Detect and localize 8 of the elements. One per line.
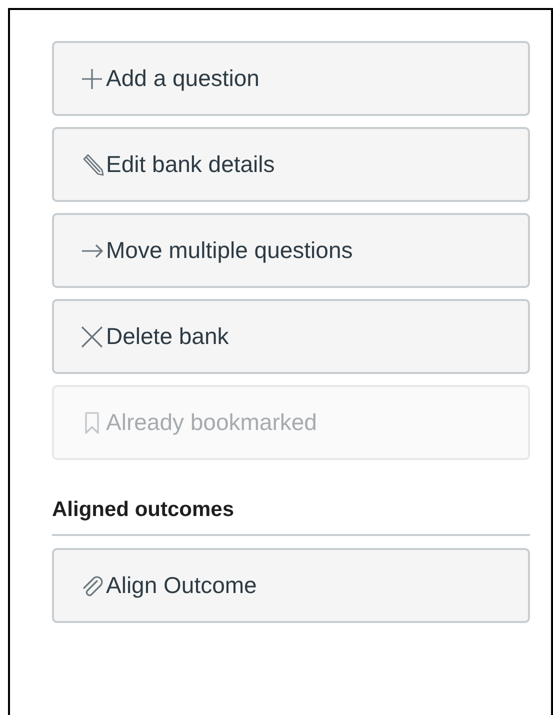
close-icon [80, 324, 104, 348]
action-button[interactable]: Add a question [52, 41, 530, 116]
plus-icon [80, 66, 104, 90]
action-button[interactable]: Delete bank [52, 299, 530, 374]
action-button[interactable]: Align Outcome [52, 548, 530, 623]
action-button[interactable]: Edit bank details [52, 127, 530, 202]
action-button[interactable]: Move multiple questions [52, 213, 530, 288]
section-heading: Aligned outcomes [52, 498, 530, 536]
